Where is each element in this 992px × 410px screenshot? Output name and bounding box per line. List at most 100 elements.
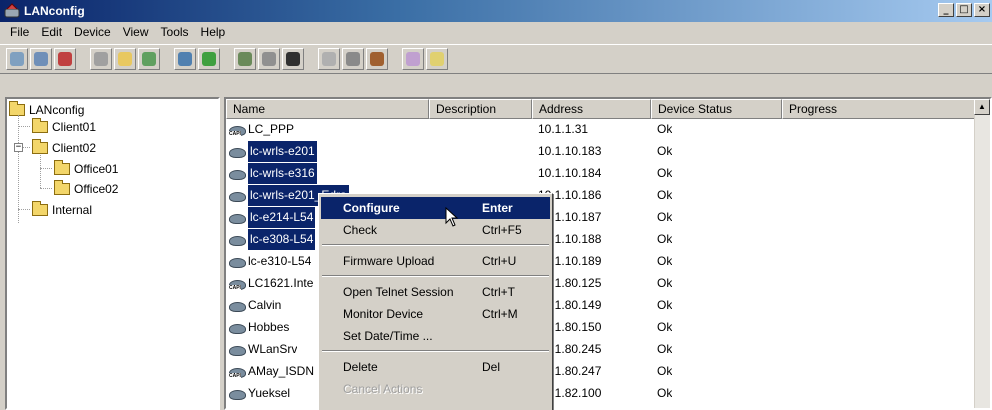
list-header: Name Description Address Device Status P…	[226, 99, 976, 119]
menu-view[interactable]: View	[117, 25, 155, 39]
tree-item-office02[interactable]: Office02	[54, 179, 118, 197]
device-name-cell[interactable]: LC1621.Inte	[228, 273, 313, 294]
menu-item-set-date-time[interactable]: Set Date/Time ...	[321, 325, 550, 347]
device-status: Ok	[657, 188, 673, 202]
new-folder-icon[interactable]	[114, 48, 136, 70]
help-pointer-icon[interactable]	[426, 48, 448, 70]
menu-item-configure[interactable]: Configure Enter	[321, 197, 550, 219]
menu-item-cancel-actions: Cancel Actions	[321, 378, 550, 400]
menu-item-monitor-device[interactable]: Monitor Device Ctrl+M	[321, 303, 550, 325]
table-row[interactable]: LC_PPP 10.1.1.31 Ok	[226, 119, 976, 140]
device-status: Ok	[657, 254, 673, 268]
scroll-up-button[interactable]: ▲	[974, 99, 990, 115]
device-name: WLanSrv	[248, 342, 298, 356]
menu-item-label: Check	[343, 223, 378, 237]
menu-file[interactable]: File	[4, 25, 35, 39]
tree-item-label: Client02	[52, 140, 97, 155]
tree-root[interactable]: LANconfig	[9, 100, 84, 118]
column-progress[interactable]: Progress	[782, 99, 976, 119]
menu-device[interactable]: Device	[68, 25, 117, 39]
folder-icon	[32, 200, 48, 216]
device-name-cell[interactable]: Yueksel	[228, 383, 290, 404]
device-name-cell[interactable]: lc-wrls-e316	[228, 163, 317, 184]
device-name-cell[interactable]: lc-e214-L54	[228, 207, 316, 228]
window-controls: _ □ ×	[938, 3, 990, 17]
remove-device-icon[interactable]	[54, 48, 76, 70]
vertical-scrollbar[interactable]: ▲	[974, 99, 990, 408]
menu-item-shortcut: Ctrl+M	[482, 307, 518, 321]
help-icon[interactable]	[402, 48, 424, 70]
capi-router-icon	[228, 365, 246, 379]
device-address: 10.1.1.31	[538, 122, 589, 136]
menu-item-firmware-upload[interactable]: Firmware Upload Ctrl+U	[321, 250, 550, 272]
device-name-cell[interactable]: Calvin	[228, 295, 281, 316]
print-icon[interactable]	[90, 48, 112, 70]
close-button[interactable]: ×	[974, 3, 990, 17]
configure-icon[interactable]	[174, 48, 196, 70]
wizard-icon[interactable]	[318, 48, 340, 70]
device-name: Calvin	[248, 298, 282, 312]
menu-separator	[322, 244, 549, 246]
tree-item-office01[interactable]: Office01	[54, 159, 118, 177]
log-icon[interactable]	[366, 48, 388, 70]
menu-item-open-telnet-session[interactable]: Open Telnet Session Ctrl+T	[321, 281, 550, 303]
device-name-cell[interactable]: WLanSrv	[228, 339, 297, 360]
device-name-cell[interactable]: Hobbes	[228, 317, 289, 338]
menu-item-check[interactable]: Check Ctrl+F5	[321, 219, 550, 241]
device-status: Ok	[657, 122, 673, 136]
router-icon	[228, 233, 246, 247]
device-name-cell[interactable]: LC_PPP	[228, 119, 294, 140]
capi-router-icon	[228, 123, 246, 137]
device-status: Ok	[657, 276, 673, 290]
firmware-icon[interactable]	[234, 48, 256, 70]
maximize-button[interactable]: □	[956, 3, 972, 17]
menu-help[interactable]: Help	[195, 25, 232, 39]
lanconfig-app-icon[interactable]	[4, 3, 20, 19]
menu-item-delete[interactable]: Delete Del	[321, 356, 550, 378]
device-status: Ok	[657, 232, 673, 246]
menu-edit[interactable]: Edit	[35, 25, 68, 39]
column-name[interactable]: Name	[226, 99, 429, 119]
menu-item-shortcut: Ctrl+U	[482, 254, 517, 268]
minimize-button[interactable]: _	[938, 3, 954, 17]
device-status: Ok	[657, 342, 673, 356]
collapse-expander[interactable]: −	[14, 143, 23, 152]
window-title: LANconfig	[24, 4, 85, 18]
find-device-icon[interactable]	[30, 48, 52, 70]
tree-item-label: Internal	[52, 202, 93, 217]
menu-item-shortcut: Enter	[482, 201, 513, 215]
table-row[interactable]: lc-wrls-e201 10.1.10.183 Ok	[226, 141, 976, 162]
device-name-cell[interactable]: AMay_ISDN	[228, 361, 314, 382]
router-icon	[228, 145, 246, 159]
device-name: LC1621.Inte	[248, 276, 314, 290]
menu-item-shortcut: Ctrl+T	[482, 285, 515, 299]
tree-item-client01[interactable]: Client01	[32, 117, 96, 135]
menu-item-shortcut: Del	[482, 360, 501, 374]
check-icon[interactable]	[198, 48, 220, 70]
table-row[interactable]: lc-wrls-e316 10.1.10.184 Ok	[226, 163, 976, 184]
tree-pane[interactable]: LANconfig Client01 − Client02 Office01 O…	[5, 97, 220, 410]
router-icon	[228, 343, 246, 357]
properties-icon[interactable]	[138, 48, 160, 70]
tree-item-client02[interactable]: Client02	[32, 138, 97, 156]
open-device-icon[interactable]	[6, 48, 28, 70]
menu-item-label: Monitor Device	[343, 307, 424, 321]
device-status: Ok	[657, 210, 673, 224]
column-device-status[interactable]: Device Status	[651, 99, 782, 119]
device-name-cell[interactable]: lc-wrls-e201	[228, 141, 317, 162]
menu-bar: File Edit Device View Tools Help	[0, 22, 992, 42]
device-name-cell[interactable]: lc-e308-L54	[228, 229, 316, 250]
column-description[interactable]: Description	[429, 99, 532, 119]
menu-item-label: Cancel Actions	[343, 382, 423, 396]
monitor-icon[interactable]	[282, 48, 304, 70]
tree-item-internal[interactable]: Internal	[32, 200, 93, 218]
telnet-icon[interactable]	[258, 48, 280, 70]
device-name: Hobbes	[248, 320, 290, 334]
device-name: AMay_ISDN	[248, 364, 315, 378]
settings-icon[interactable]	[342, 48, 364, 70]
menu-tools[interactable]: Tools	[155, 25, 195, 39]
device-name-cell[interactable]: lc-e310-L54	[228, 251, 311, 272]
column-address[interactable]: Address	[532, 99, 651, 119]
folder-icon	[54, 159, 70, 175]
menu-separator	[322, 275, 549, 277]
